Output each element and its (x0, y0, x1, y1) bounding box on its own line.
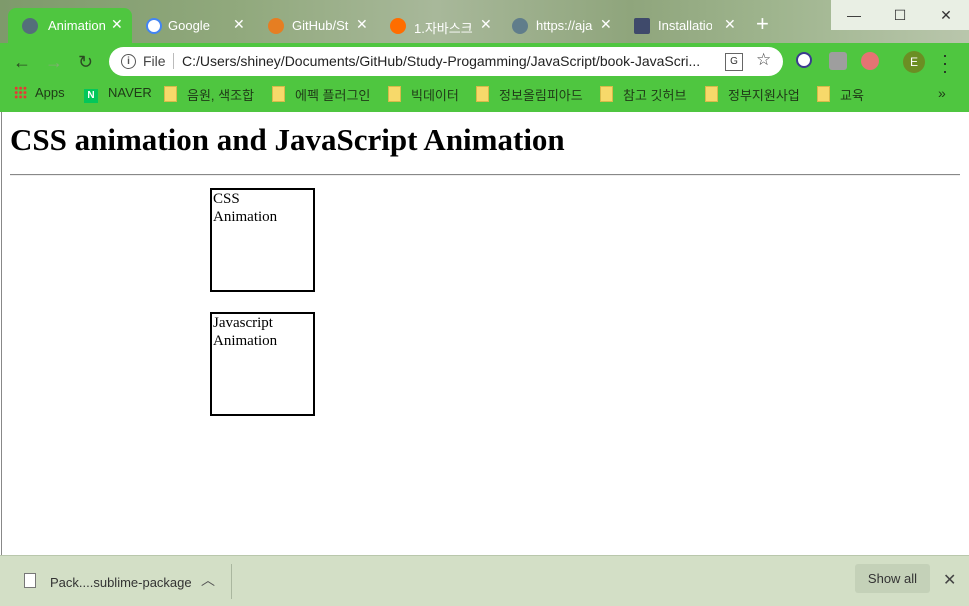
globe-icon (512, 18, 528, 34)
folder-icon (272, 86, 285, 102)
extension-icon[interactable] (861, 52, 879, 70)
translate-icon[interactable]: G (725, 53, 743, 71)
bookmarks-bar: Apps N NAVER 음원, 색조합 에펙 플러그인 빅데이터 정보올림피아드… (0, 80, 969, 112)
tab-strip: Animation ✕ Google ✕ GitHub/St ✕ 1.자바스크 … (0, 0, 969, 43)
bookmark-naver[interactable]: N NAVER (84, 85, 152, 103)
google-icon (146, 18, 162, 34)
folder-icon (817, 86, 830, 102)
address-bar[interactable]: i File C:/Users/shiney/Documents/GitHub/… (109, 47, 783, 76)
bookmark-folder[interactable]: 음원, 색조합 (164, 85, 254, 104)
close-tab-icon[interactable]: ✕ (600, 16, 612, 33)
tab-github[interactable]: GitHub/St ✕ (254, 8, 376, 43)
new-tab-button[interactable]: + (756, 13, 769, 35)
profile-avatar[interactable]: E (903, 51, 925, 73)
close-tab-icon[interactable]: ✕ (724, 16, 736, 33)
tab-aja[interactable]: https://aja ✕ (498, 8, 620, 43)
blog-icon (390, 18, 406, 34)
divider (10, 174, 960, 176)
back-arrow-icon[interactable]: ← (13, 52, 31, 73)
tab-title: Google (168, 18, 210, 33)
apps-grid-icon (14, 86, 27, 99)
bookmark-folder[interactable]: 빅데이터 (388, 85, 459, 104)
naver-icon: N (84, 89, 98, 103)
browser-chrome: Animation ✕ Google ✕ GitHub/St ✕ 1.자바스크 … (0, 0, 969, 112)
close-tab-icon[interactable]: ✕ (480, 16, 492, 33)
bookmark-star-icon[interactable]: ☆ (756, 50, 771, 70)
tab-title: 1.자바스크 (414, 21, 473, 36)
tab-google[interactable]: Google ✕ (132, 8, 254, 43)
divider (173, 53, 174, 69)
info-icon[interactable]: i (121, 54, 136, 69)
page-content: CSS animation and JavaScript Animation C… (1, 112, 969, 555)
reload-icon[interactable]: ↻ (78, 52, 93, 73)
globe-icon (22, 18, 38, 34)
close-tab-icon[interactable]: ✕ (356, 16, 368, 33)
bookmark-folder[interactable]: 교육 (817, 85, 864, 104)
page-title: CSS animation and JavaScript Animation (10, 122, 565, 157)
extension-icon[interactable] (829, 52, 847, 70)
file-icon (24, 573, 36, 588)
tab-title: GitHub/St (292, 18, 349, 33)
box-label: Javascript (213, 315, 273, 331)
tab-title: Installatio (658, 18, 712, 33)
browser-toolbar: ← → ↻ i File C:/Users/shiney/Documents/G… (0, 43, 969, 80)
download-shelf: Pack....sublime-package ︿ Show all ✕ (0, 555, 969, 606)
folder-icon (164, 86, 177, 102)
bookmark-apps[interactable]: Apps (14, 85, 65, 100)
bookmarks-overflow-icon[interactable]: » (938, 85, 946, 101)
box-label: Animation (213, 333, 278, 349)
css-animation-box: CSS Animation (210, 188, 315, 292)
maximize-button[interactable]: ☐ (877, 0, 923, 30)
tab-animation[interactable]: Animation ✕ (8, 8, 132, 43)
folder-icon (705, 86, 718, 102)
bookmark-folder[interactable]: 정보올림피아드 (476, 85, 583, 104)
bookmark-folder[interactable]: 참고 깃허브 (600, 85, 686, 104)
bookmark-folder[interactable]: 에펙 플러그인 (272, 85, 370, 104)
close-tab-icon[interactable]: ✕ (111, 16, 123, 33)
box-label: CSS (213, 191, 240, 207)
close-tab-icon[interactable]: ✕ (233, 16, 245, 33)
tab-title: Animation (48, 18, 106, 33)
bookmark-folder[interactable]: 정부지원사업 (705, 85, 800, 104)
tab-javascript-blog[interactable]: 1.자바스크 ✕ (376, 8, 498, 43)
tab-title: https://aja (536, 18, 593, 33)
tab-installation[interactable]: Installatio ✕ (620, 8, 744, 43)
chevron-up-icon[interactable]: ︿ (201, 570, 215, 590)
minimize-button[interactable]: — (831, 0, 877, 30)
block-extension-icon[interactable] (796, 52, 812, 68)
github-icon (268, 18, 284, 34)
url-text[interactable]: C:/Users/shiney/Documents/GitHub/Study-P… (182, 53, 722, 69)
folder-icon (388, 86, 401, 102)
menu-dots-icon[interactable]: · · · (942, 46, 948, 80)
show-all-button[interactable]: Show all (855, 564, 930, 593)
close-icon[interactable]: ✕ (943, 570, 956, 590)
divider (231, 564, 232, 599)
scheme-label: File (143, 53, 166, 69)
javascript-animation-box: Javascript Animation (210, 312, 315, 416)
box-label: Animation (213, 209, 278, 225)
forward-arrow-icon[interactable]: → (45, 52, 63, 73)
close-window-button[interactable]: ✕ (923, 0, 969, 30)
doc-icon (634, 18, 650, 34)
folder-icon (476, 86, 489, 102)
folder-icon (600, 86, 613, 102)
download-item-name[interactable]: Pack....sublime-package (50, 575, 192, 590)
